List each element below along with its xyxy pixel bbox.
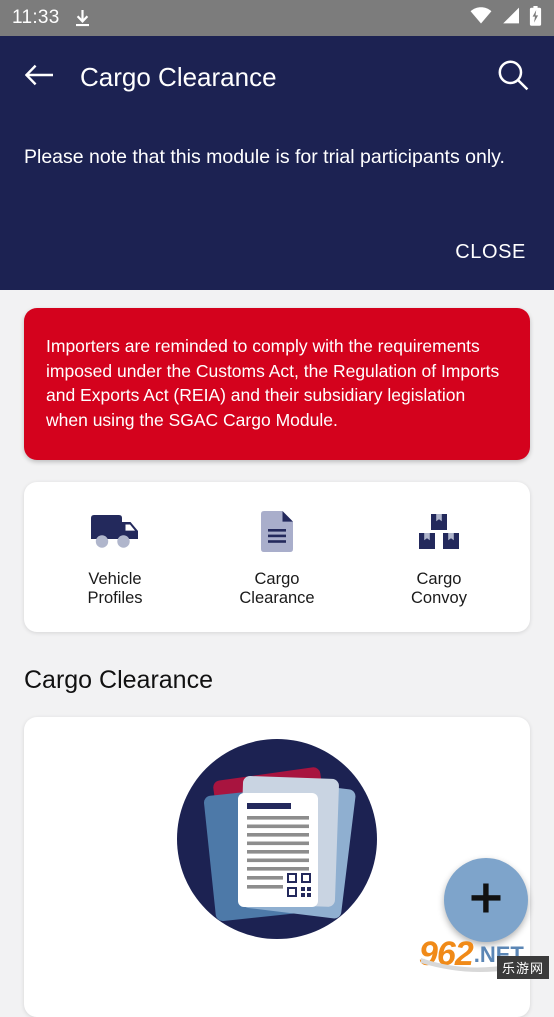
wifi-icon <box>470 7 492 29</box>
cargo-clearance-card[interactable] <box>24 717 530 1017</box>
cellular-signal-icon <box>501 7 520 29</box>
importer-compliance-alert: Importers are reminded to comply with th… <box>24 308 530 460</box>
battery-charging-icon <box>529 5 542 31</box>
search-button[interactable] <box>490 54 536 100</box>
back-button[interactable] <box>18 55 62 99</box>
shortcut-label: Cargo Clearance <box>239 570 315 607</box>
arrow-left-icon <box>24 63 55 92</box>
trial-notice-text: Please note that this module is for tria… <box>24 146 505 168</box>
trial-notice-actions: CLOSE <box>449 237 532 268</box>
status-bar: 11:33 <box>0 0 554 36</box>
close-notice-button[interactable]: CLOSE <box>449 237 532 268</box>
documents-clipboard-qr-illustration <box>175 737 379 946</box>
shortcut-cargo-clearance[interactable]: Cargo Clearance <box>196 508 358 608</box>
search-icon <box>496 58 530 97</box>
download-icon <box>74 9 91 28</box>
trial-notice-banner: Please note that this module is for tria… <box>0 118 554 290</box>
app-bar: Cargo Clearance <box>0 36 554 118</box>
importer-compliance-alert-text: Importers are reminded to comply with th… <box>46 336 500 430</box>
status-bar-time: 11:33 <box>12 7 60 28</box>
section-title: Cargo Clearance <box>24 666 213 694</box>
document-icon <box>258 508 296 554</box>
plus-icon <box>469 881 503 920</box>
shortcut-cargo-convoy[interactable]: Cargo Convoy <box>358 508 520 608</box>
shortcut-label: Vehicle Profiles <box>87 570 143 607</box>
boxes-icon <box>416 508 462 554</box>
shortcut-label: Cargo Convoy <box>411 570 467 607</box>
module-shortcuts-card: Vehicle Profiles Cargo Clearance Cargo C… <box>24 482 530 632</box>
page-title: Cargo Clearance <box>80 61 277 92</box>
add-button[interactable] <box>444 858 528 942</box>
shortcut-vehicle-profiles[interactable]: Vehicle Profiles <box>34 508 196 608</box>
status-bar-icons <box>470 5 542 31</box>
truck-icon <box>89 508 141 554</box>
